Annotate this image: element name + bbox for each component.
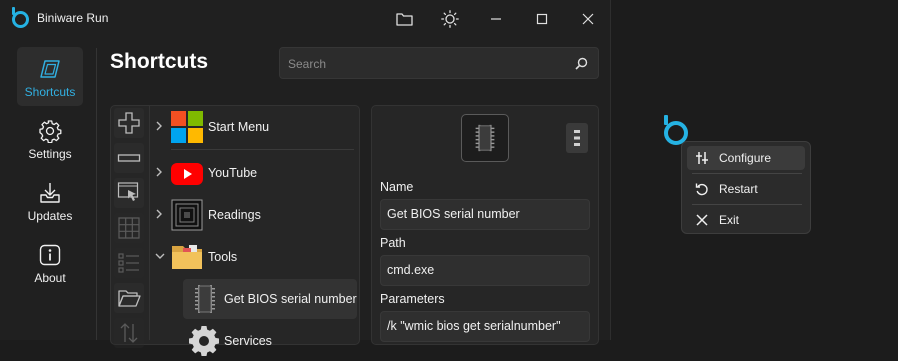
nav-label: Shortcuts	[24, 85, 76, 99]
menu-item-exit[interactable]: Exit	[687, 208, 805, 232]
chevron-right-icon[interactable]	[154, 166, 164, 178]
stack-icon	[171, 199, 203, 231]
nav-item-updates[interactable]: Updates	[17, 171, 83, 230]
nav-item-shortcuts[interactable]: Shortcuts	[17, 47, 83, 106]
parameters-field[interactable]: /k "wmic bios get serialnumber"	[380, 311, 590, 342]
search-box	[279, 47, 599, 80]
nav-label: Updates	[27, 209, 73, 223]
nav-divider	[96, 48, 97, 340]
window-title: Biniware Run	[37, 11, 109, 25]
tree-item-label: Get BIOS serial number	[224, 292, 357, 306]
nav-item-settings[interactable]: Settings	[17, 109, 83, 168]
parameters-label: Parameters	[380, 292, 445, 306]
tree-item-label: Tools	[208, 250, 238, 264]
add-icon	[118, 112, 140, 134]
menu-divider	[692, 173, 802, 174]
pick-window-button[interactable]	[114, 178, 144, 208]
maximize-icon	[536, 13, 548, 25]
nav-label: About	[34, 271, 66, 285]
menu-item-configure[interactable]: Configure	[687, 146, 805, 170]
more-options-button[interactable]	[566, 123, 588, 153]
folder-icon	[395, 13, 413, 26]
name-field[interactable]: Get BIOS serial number	[380, 199, 590, 230]
shortcut-icon-button[interactable]	[461, 114, 509, 162]
name-label: Name	[380, 180, 414, 194]
tree-toolbar	[112, 108, 148, 348]
gear-icon	[189, 326, 219, 356]
nav-item-about[interactable]: About	[17, 233, 83, 292]
tray-context-menu: Configure Restart Exit	[681, 141, 811, 234]
sliders-icon	[696, 152, 708, 164]
maximize-button[interactable]	[520, 4, 564, 34]
folder-icon	[172, 245, 202, 269]
path-label: Path	[380, 236, 406, 250]
brightness-icon	[441, 10, 459, 28]
menu-item-label: Configure	[719, 151, 772, 165]
gear-icon	[39, 120, 62, 143]
add-button[interactable]	[114, 108, 144, 138]
pick-window-icon	[117, 182, 139, 201]
tree-item-youtube[interactable]: YouTube	[150, 153, 356, 193]
sort-button[interactable]	[114, 318, 144, 348]
theme-toggle-button[interactable]	[428, 4, 472, 34]
list-icon	[118, 253, 139, 273]
youtube-icon	[171, 163, 203, 185]
open-folder-tool-button[interactable]	[114, 283, 144, 313]
tree-item-readings[interactable]: Readings	[150, 195, 356, 235]
close-icon	[582, 13, 594, 25]
chevron-down-icon[interactable]	[154, 250, 166, 262]
menu-item-label: Exit	[719, 213, 740, 227]
restart-icon	[695, 183, 708, 196]
tree-item-label: YouTube	[208, 166, 258, 180]
tree-item-label: Services	[224, 334, 272, 348]
title-bar[interactable]: Biniware Run	[0, 0, 611, 38]
tree-item-tools[interactable]: Tools	[150, 237, 356, 277]
grid-button[interactable]	[114, 213, 144, 243]
info-icon	[39, 244, 61, 266]
main-window: Biniware Run Shortcuts Settings Updates …	[0, 0, 611, 356]
chip-icon	[475, 124, 495, 152]
windows-logo-icon	[171, 111, 203, 143]
tree-item-services[interactable]: Services	[150, 321, 356, 361]
app-logo-icon	[12, 7, 29, 28]
close-button[interactable]	[566, 4, 610, 34]
tree-divider	[171, 149, 354, 150]
tree-item-label: Start Menu	[208, 120, 270, 134]
menu-item-label: Restart	[719, 182, 758, 196]
menu-divider	[692, 204, 802, 205]
grid-icon	[118, 217, 140, 239]
open-folder-icon	[118, 290, 141, 307]
tree-item-start-menu[interactable]: Start Menu	[150, 107, 356, 147]
open-folder-button[interactable]	[382, 4, 426, 34]
chevron-right-icon[interactable]	[154, 208, 164, 220]
search-input[interactable]	[286, 48, 570, 80]
list-button[interactable]	[114, 248, 144, 278]
more-vertical-icon	[574, 130, 580, 146]
path-field[interactable]: cmd.exe	[380, 255, 590, 286]
download-tray-icon	[40, 183, 60, 203]
minimize-icon	[491, 18, 501, 20]
search-icon[interactable]	[575, 57, 588, 70]
remove-icon	[117, 154, 141, 162]
page-title: Shortcuts	[110, 50, 209, 73]
tree-item-get-bios-serial-number[interactable]: Get BIOS serial number	[183, 279, 357, 319]
remove-button[interactable]	[114, 143, 144, 173]
tree-item-label: Readings	[208, 208, 261, 222]
chevron-right-icon[interactable]	[154, 120, 164, 132]
close-icon	[696, 214, 708, 226]
nav-label: Settings	[28, 147, 72, 161]
shortcut-parallelogram-icon	[40, 60, 60, 78]
sort-icon	[120, 323, 138, 343]
menu-item-restart[interactable]: Restart	[687, 177, 805, 201]
minimize-button[interactable]	[474, 4, 518, 34]
chip-icon	[195, 285, 215, 313]
